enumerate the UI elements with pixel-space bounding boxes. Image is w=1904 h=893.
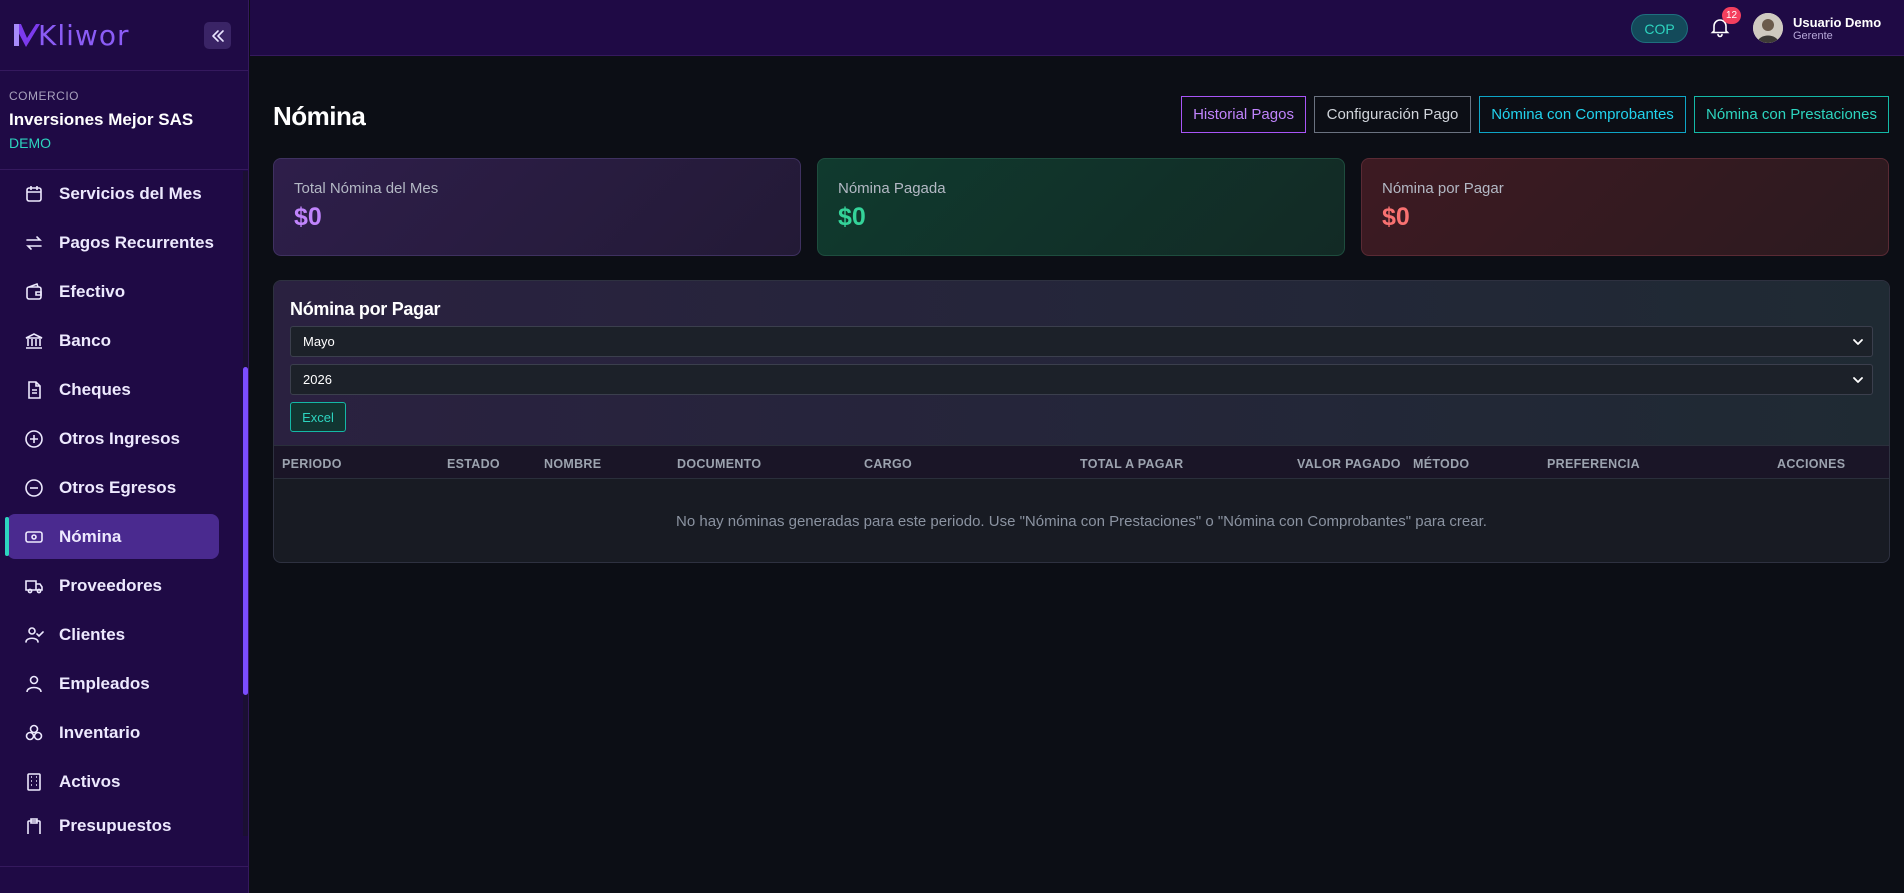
column-header-total-a-pagar[interactable]: TOTAL A PAGAR	[1080, 457, 1183, 471]
sidebar-item-label: Otros Egresos	[59, 477, 177, 497]
column-header-acciones[interactable]: ACCIONES	[1777, 457, 1845, 471]
sidebar-item-label: Activos	[59, 771, 121, 791]
sidebar-item-otros-egresos[interactable]: Otros Egresos	[7, 465, 219, 510]
column-header-estado[interactable]: ESTADO	[447, 457, 500, 471]
panel-title: Nómina por Pagar	[290, 299, 441, 319]
logo-row: Kliwor	[0, 0, 248, 70]
nomina-por-pagar-card: Nómina por Pagar $0	[1361, 158, 1889, 256]
column-header-documento[interactable]: DOCUMENTO	[677, 457, 761, 471]
sidebar-footer	[0, 866, 249, 867]
company-label: COMERCIO	[9, 89, 79, 103]
calendar-icon	[23, 183, 45, 205]
sidebar-item-label: Otros Ingresos	[59, 428, 180, 448]
sidebar-item-pagos-recurrentes[interactable]: Pagos Recurrentes	[7, 220, 219, 265]
sidebar-item-otros-ingresos[interactable]: Otros Ingresos	[7, 416, 219, 461]
column-header-valor-pagado[interactable]: VALOR PAGADO	[1297, 457, 1401, 471]
user-check-icon	[23, 624, 45, 646]
plus-circle-icon	[23, 428, 45, 450]
sidebar-item-label: Banco	[59, 330, 111, 350]
sidebar-item-nomina[interactable]: Nómina	[5, 514, 219, 559]
minus-circle-icon	[23, 477, 45, 499]
banknote-icon	[23, 526, 45, 548]
sidebar-item-activos[interactable]: Activos	[7, 759, 219, 804]
sidebar-item-label: Presupuestos	[59, 816, 172, 834]
company-plan: DEMO	[9, 135, 51, 151]
topbar: COP 12 Usuario Demo Gerente	[250, 0, 1904, 56]
panel-header: Nómina por Pagar Mayo 2026 Excel	[274, 281, 1889, 445]
sidebar: Kliwor COMERCIO Inversiones Mejor SAS DE…	[0, 0, 249, 893]
chevron-down-icon	[1853, 376, 1863, 383]
sidebar-item-empleados[interactable]: Empleados	[7, 661, 219, 706]
bank-icon	[23, 330, 45, 352]
sidebar-item-label: Proveedores	[59, 575, 162, 595]
sidebar-scrollbar-thumb[interactable]	[243, 367, 248, 695]
nomina-por-pagar-panel: Nómina por Pagar Mayo 2026 Excel PERIODO…	[273, 280, 1890, 563]
sidebar-item-label: Servicios del Mes	[59, 183, 202, 203]
sidebar-item-label: Clientes	[59, 624, 126, 644]
document-icon	[23, 379, 45, 401]
sidebar-item-banco[interactable]: Banco	[7, 318, 219, 363]
avatar-image-icon	[1753, 13, 1783, 43]
chevrons-left-icon	[211, 29, 224, 42]
sidebar-item-servicios-del-mes[interactable]: Servicios del Mes	[7, 171, 219, 216]
wallet-icon	[23, 281, 45, 303]
nomina-pagada-card: Nómina Pagada $0	[817, 158, 1345, 256]
sidebar-item-efectivo[interactable]: Efectivo	[7, 269, 219, 314]
nomina-prestaciones-button[interactable]: Nómina con Prestaciones	[1694, 96, 1889, 133]
sidebar-item-proveedores[interactable]: Proveedores	[7, 563, 219, 608]
year-select[interactable]: 2026	[290, 364, 1873, 395]
sidebar-item-label: Pagos Recurrentes	[59, 232, 214, 252]
app-logo[interactable]: Kliwor	[12, 19, 129, 52]
sidebar-item-label: Cheques	[59, 379, 131, 399]
collapse-sidebar-button[interactable]	[204, 22, 231, 49]
historial-pagos-button[interactable]: Historial Pagos	[1181, 96, 1306, 133]
empty-table-message: No hay nóminas generadas para este perio…	[676, 513, 1487, 530]
user-icon	[23, 673, 45, 695]
logo-text: Kliwor	[38, 18, 130, 52]
excel-export-button[interactable]: Excel	[290, 402, 346, 432]
month-select-value: Mayo	[303, 334, 335, 349]
sidebar-item-label: Empleados	[59, 673, 150, 693]
column-header-preferencia[interactable]: PREFERENCIA	[1547, 457, 1640, 471]
chevron-down-icon	[1853, 338, 1863, 345]
card-label: Total Nómina del Mes	[294, 180, 439, 197]
card-value: $0	[838, 203, 866, 231]
user-name[interactable]: Usuario Demo	[1793, 15, 1881, 30]
nomina-comprobantes-button[interactable]: Nómina con Comprobantes	[1479, 96, 1686, 133]
sidebar-nav: Servicios del Mes Pagos Recurrentes Efec…	[0, 171, 242, 839]
sidebar-item-label: Inventario	[59, 722, 141, 742]
sidebar-item-label: Efectivo	[59, 281, 126, 301]
card-label: Nómina por Pagar	[1382, 180, 1504, 197]
column-header-metodo[interactable]: MÉTODO	[1413, 457, 1469, 471]
company-name[interactable]: Inversiones Mejor SAS	[9, 110, 239, 130]
user-role: Gerente	[1793, 30, 1833, 42]
sidebar-item-presupuestos[interactable]: Presupuestos	[7, 808, 219, 834]
page-title: Nómina	[273, 101, 366, 131]
table-header: PERIODO ESTADO NOMBRE DOCUMENTO CARGO TO…	[274, 445, 1889, 479]
clipboard-icon	[23, 816, 45, 834]
sidebar-item-cheques[interactable]: Cheques	[7, 367, 219, 412]
avatar[interactable]	[1753, 13, 1783, 43]
column-header-cargo[interactable]: CARGO	[864, 457, 912, 471]
building-icon	[23, 771, 45, 793]
card-label: Nómina Pagada	[838, 180, 946, 197]
boxes-icon	[23, 722, 45, 744]
sidebar-item-clientes[interactable]: Clientes	[7, 612, 219, 657]
notifications-count-badge: 12	[1722, 7, 1741, 24]
column-header-nombre[interactable]: NOMBRE	[544, 457, 601, 471]
repeat-icon	[23, 232, 45, 254]
card-value: $0	[1382, 203, 1410, 231]
year-select-value: 2026	[303, 372, 332, 387]
total-nomina-card: Total Nómina del Mes $0	[273, 158, 801, 256]
sidebar-item-label: Nómina	[59, 526, 122, 546]
column-header-periodo[interactable]: PERIODO	[282, 457, 342, 471]
truck-icon	[23, 575, 45, 597]
month-select[interactable]: Mayo	[290, 326, 1873, 357]
configuracion-pago-button[interactable]: Configuración Pago	[1314, 96, 1471, 133]
currency-badge[interactable]: COP	[1631, 14, 1688, 43]
company-info: COMERCIO Inversiones Mejor SAS DEMO	[0, 70, 248, 170]
sidebar-item-inventario[interactable]: Inventario	[7, 710, 219, 755]
card-value: $0	[294, 203, 322, 231]
